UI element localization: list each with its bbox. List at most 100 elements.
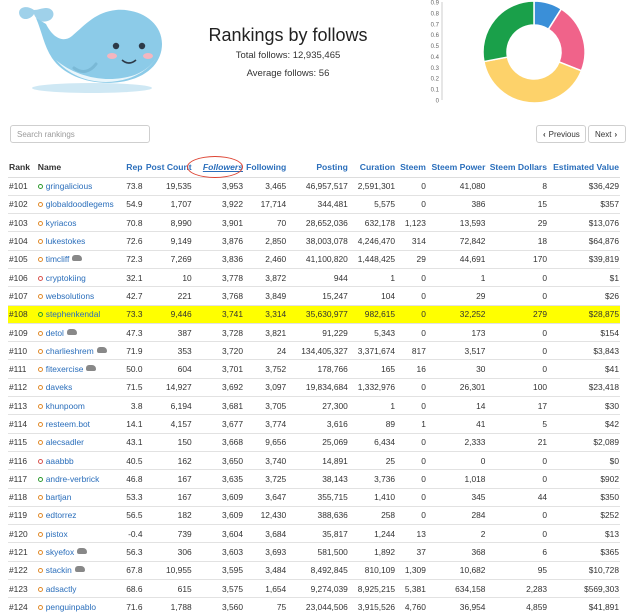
column-header-estimated-value[interactable]: Estimated Value: [548, 158, 620, 178]
user-link[interactable]: globaldoodlegems: [46, 199, 114, 209]
steem-power-cell: 2,333: [426, 432, 487, 452]
column-header-rep[interactable]: Rep: [123, 158, 144, 178]
status-dot-icon: [37, 422, 43, 427]
user-link[interactable]: bartjan: [46, 492, 72, 502]
post-count-cell: 1,788: [143, 597, 193, 615]
column-header-rank[interactable]: Rank: [8, 158, 37, 178]
user-link[interactable]: lukestokes: [46, 236, 86, 246]
estimated-value-cell: $64,876: [548, 231, 620, 251]
user-link[interactable]: andre-verbrick: [46, 474, 100, 484]
rep-cell: 54.9: [123, 194, 144, 214]
table-row: #106 cryptokiing 32.1 10 3,778 3,872 944 1 0 1 0 $1: [8, 267, 620, 287]
following-cell: 3,314: [243, 304, 288, 324]
user-link[interactable]: khunpoom: [46, 401, 85, 411]
steem-cell: 1,309: [396, 560, 427, 580]
steem-power-cell: 10,682: [426, 560, 487, 580]
rep-cell: 47.3: [123, 322, 144, 342]
steem-dollars-cell: 0: [486, 450, 549, 470]
posting-cell: 35,630,977: [287, 304, 349, 324]
estimated-value-cell: $41: [548, 359, 620, 379]
name-cell: pistox: [36, 524, 123, 543]
column-header-name[interactable]: Name: [36, 158, 123, 178]
steem-power-cell: 386: [426, 194, 487, 214]
user-link[interactable]: gringalicious: [46, 181, 93, 191]
steem-cell: 0: [396, 505, 427, 525]
user-link[interactable]: detol: [46, 328, 64, 338]
table-row: #110 charlieshrem 71.9 353 3,720 24 134,405,32…: [8, 341, 620, 360]
rank-cell: #123: [8, 579, 37, 598]
post-count-cell: 9,446: [143, 304, 193, 324]
steem-power-cell: 36,954: [426, 597, 487, 615]
post-count-cell: 6,194: [143, 396, 193, 415]
user-link[interactable]: timcliff: [46, 254, 70, 264]
page-title: Rankings by follows: [208, 25, 368, 45]
curation-cell: 258: [348, 505, 397, 525]
user-link[interactable]: pistox: [46, 529, 68, 539]
user-link[interactable]: charlieshrem: [46, 346, 94, 356]
user-link[interactable]: cryptokiing: [46, 273, 86, 283]
table-row: #123 adsactly 68.6 615 3,575 1,654 9,274,039 8,…: [8, 579, 620, 598]
estimated-value-cell: $39,819: [548, 249, 620, 269]
user-link[interactable]: stackin: [46, 565, 72, 575]
estimated-value-cell: $1: [548, 267, 620, 287]
column-header-curation[interactable]: Curation: [348, 158, 397, 178]
previous-button-label: Previous: [548, 129, 580, 139]
followers-cell: 3,953: [192, 176, 244, 196]
user-link[interactable]: fitexercise: [46, 364, 84, 374]
curation-cell: 632,178: [348, 213, 397, 232]
search-input[interactable]: [10, 125, 150, 143]
user-link[interactable]: websolutions: [46, 291, 94, 301]
following-cell: 1,654: [243, 579, 288, 598]
column-header-post-count[interactable]: Post Count: [143, 158, 193, 178]
rank-cell: #106: [8, 267, 37, 287]
following-cell: 75: [243, 597, 288, 615]
user-link[interactable]: adsactly: [46, 584, 77, 594]
rank-cell: #104: [8, 231, 37, 251]
user-link[interactable]: kyriacos: [46, 218, 77, 228]
post-count-cell: 604: [143, 359, 193, 379]
column-header-steem-power[interactable]: Steem Power: [426, 158, 487, 178]
estimated-value-cell: $365: [548, 542, 620, 562]
estimated-value-cell: $28,875: [548, 304, 620, 324]
rank-cell: #116: [8, 450, 37, 470]
next-button[interactable]: Next ›: [588, 125, 626, 143]
column-header-followers[interactable]: Followers: [186, 156, 244, 178]
rep-cell: 40.5: [123, 450, 144, 470]
rep-cell: -0.4: [123, 524, 144, 543]
column-header-following[interactable]: Following: [243, 158, 288, 178]
estimated-value-cell: $3,843: [548, 341, 620, 360]
followers-cell: 3,692: [192, 377, 244, 397]
user-link[interactable]: penguinpablo: [46, 602, 96, 612]
column-header-steem[interactable]: Steem: [396, 158, 427, 178]
steem-dollars-cell: 17: [486, 396, 549, 415]
column-header-posting[interactable]: Posting: [287, 158, 349, 178]
followers-cell: 3,778: [192, 267, 244, 287]
table-row: #104 lukestokes 72.6 9,149 3,876 2,850 38,003,…: [8, 231, 620, 251]
steem-cell: 0: [396, 450, 427, 470]
estimated-value-cell: $36,429: [548, 176, 620, 196]
curation-cell: 3,915,526: [348, 597, 397, 615]
donut-chart-svg: 0.9 0.8 0.7 0.6 0.5 0.4 0.3 0.2 0.1 0: [431, 0, 586, 105]
user-link[interactable]: aaabbb: [46, 456, 74, 466]
title-block: Rankings by follows Total follows: 12,93…: [188, 24, 388, 80]
user-link[interactable]: edtorrez: [46, 510, 77, 520]
user-link[interactable]: stephenkendal: [46, 309, 100, 319]
donut-axis-tick-label: 0.2: [431, 77, 440, 83]
donut-axis-tick-label: 0: [436, 99, 440, 105]
steem-cell: 0: [396, 194, 427, 214]
post-count-cell: 739: [143, 524, 193, 543]
column-header-steem-dollars[interactable]: Steem Dollars: [486, 158, 549, 178]
posting-cell: 134,405,327: [287, 341, 349, 360]
whale-badge-icon: [74, 566, 85, 573]
previous-button[interactable]: ‹ Previous: [536, 125, 586, 143]
whale-badge-icon: [72, 255, 83, 262]
name-cell: websolutions: [36, 286, 123, 306]
steem-dollars-cell: 44: [486, 487, 549, 507]
status-dot-icon: [37, 385, 43, 391]
rank-cell: #109: [8, 322, 37, 342]
rank-cell: #115: [8, 432, 37, 452]
user-link[interactable]: skyefox: [46, 547, 74, 557]
user-link[interactable]: alecsadler: [46, 437, 84, 447]
user-link[interactable]: daveks: [46, 382, 73, 392]
user-link[interactable]: resteem.bot: [46, 419, 90, 429]
